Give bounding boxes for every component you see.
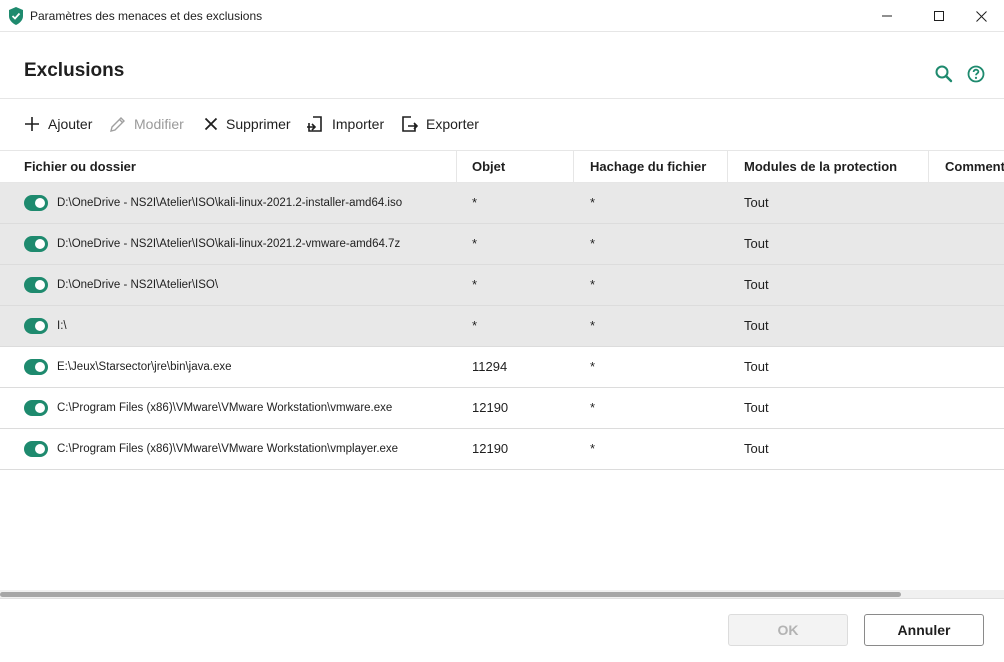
delete-label: Supprimer <box>226 116 291 132</box>
column-divider[interactable] <box>727 151 728 183</box>
modules-value: Tout <box>744 441 769 456</box>
maximize-icon <box>934 11 944 21</box>
footer-divider <box>0 598 1004 599</box>
object-value: 12190 <box>472 400 509 415</box>
scrollbar-thumb[interactable] <box>0 592 901 597</box>
object-value: * <box>472 277 478 292</box>
minimize-button[interactable] <box>864 0 910 32</box>
search-icon <box>935 65 953 83</box>
object-value: * <box>472 236 478 251</box>
object-value: * <box>472 318 478 333</box>
column-header-object[interactable]: Objet <box>472 151 567 183</box>
column-divider[interactable] <box>928 151 929 183</box>
exclusions-table: Fichier ou dossier Objet Hachage du fich… <box>0 150 1004 470</box>
help-button[interactable] <box>966 64 986 84</box>
import-button[interactable]: Importer <box>306 113 384 135</box>
table-header: Fichier ou dossier Objet Hachage du fich… <box>0 150 1004 183</box>
table-row[interactable]: C:\Program Files (x86)\VMware\VMware Wor… <box>0 429 1004 470</box>
search-button[interactable] <box>934 64 954 84</box>
add-label: Ajouter <box>48 116 93 132</box>
page-title: Exclusions <box>24 60 125 81</box>
ok-button[interactable]: OK <box>728 614 848 646</box>
edit-label: Modifier <box>134 116 184 132</box>
modules-value: Tout <box>744 236 769 251</box>
column-divider[interactable] <box>573 151 574 183</box>
hash-value: * <box>590 195 596 210</box>
object-value: 12190 <box>472 441 509 456</box>
add-button[interactable]: Ajouter <box>24 113 92 135</box>
enable-toggle[interactable] <box>24 277 48 293</box>
table-row[interactable]: I:\ * * Tout <box>0 306 1004 347</box>
column-divider[interactable] <box>456 151 457 183</box>
toolbar: Ajouter Modifier Supprimer Importer Expo… <box>0 99 1004 150</box>
file-path: D:\OneDrive - NS2I\Atelier\ISO\ <box>57 279 219 291</box>
export-icon <box>402 116 418 132</box>
edit-button[interactable]: Modifier <box>109 113 184 135</box>
export-label: Exporter <box>426 116 479 132</box>
window-title: Paramètres des menaces et des exclusions <box>30 9 263 23</box>
enable-toggle[interactable] <box>24 236 48 252</box>
hash-value: * <box>590 441 596 456</box>
hash-value: * <box>590 400 596 415</box>
cancel-button[interactable]: Annuler <box>864 614 984 646</box>
table-row[interactable]: D:\OneDrive - NS2I\Atelier\ISO\kali-linu… <box>0 183 1004 224</box>
enable-toggle[interactable] <box>24 318 48 334</box>
object-value: 11294 <box>472 359 508 374</box>
table-row[interactable]: E:\Jeux\Starsector\jre\bin\java.exe 1129… <box>0 347 1004 388</box>
object-value: * <box>472 195 478 210</box>
column-header-hash[interactable]: Hachage du fichier <box>590 151 720 183</box>
hash-value: * <box>590 236 596 251</box>
maximize-button[interactable] <box>916 0 962 32</box>
close-icon <box>975 10 987 22</box>
file-path: C:\Program Files (x86)\VMware\VMware Wor… <box>57 443 399 455</box>
enable-toggle[interactable] <box>24 359 48 375</box>
column-header-file[interactable]: Fichier ou dossier <box>24 151 444 183</box>
title-bar: Paramètres des menaces et des exclusions <box>0 0 1004 32</box>
enable-toggle[interactable] <box>24 195 48 211</box>
column-header-comment[interactable]: Comment <box>945 151 1004 183</box>
hash-value: * <box>590 318 596 333</box>
close-button[interactable] <box>958 0 1004 32</box>
enable-toggle[interactable] <box>24 400 48 416</box>
file-path: D:\OneDrive - NS2I\Atelier\ISO\kali-linu… <box>57 238 401 250</box>
plus-icon <box>25 117 39 131</box>
import-icon <box>307 116 322 132</box>
column-header-modules[interactable]: Modules de la protection <box>744 151 924 183</box>
modules-value: Tout <box>744 359 769 374</box>
enable-toggle[interactable] <box>24 441 48 457</box>
file-path: C:\Program Files (x86)\VMware\VMware Wor… <box>57 402 393 414</box>
table-row[interactable]: C:\Program Files (x86)\VMware\VMware Wor… <box>0 388 1004 429</box>
pencil-icon <box>110 116 125 132</box>
modules-value: Tout <box>744 277 769 292</box>
hash-value: * <box>590 277 596 292</box>
horizontal-scrollbar[interactable] <box>0 590 1004 598</box>
file-path: D:\OneDrive - NS2I\Atelier\ISO\kali-linu… <box>57 197 403 209</box>
modules-value: Tout <box>744 318 769 333</box>
modules-value: Tout <box>744 195 769 210</box>
hash-value: * <box>590 359 596 374</box>
import-label: Importer <box>332 116 385 132</box>
shield-icon <box>9 7 23 25</box>
delete-button[interactable]: Supprimer <box>204 113 291 135</box>
help-icon <box>967 65 985 83</box>
file-path: I:\ <box>57 320 67 332</box>
table-row[interactable]: D:\OneDrive - NS2I\Atelier\ISO\kali-linu… <box>0 224 1004 265</box>
delete-icon <box>204 117 218 131</box>
export-button[interactable]: Exporter <box>400 113 479 135</box>
minimize-icon <box>882 15 892 17</box>
modules-value: Tout <box>744 400 769 415</box>
file-path: E:\Jeux\Starsector\jre\bin\java.exe <box>57 361 232 373</box>
table-row[interactable]: D:\OneDrive - NS2I\Atelier\ISO\ * * Tout <box>0 265 1004 306</box>
